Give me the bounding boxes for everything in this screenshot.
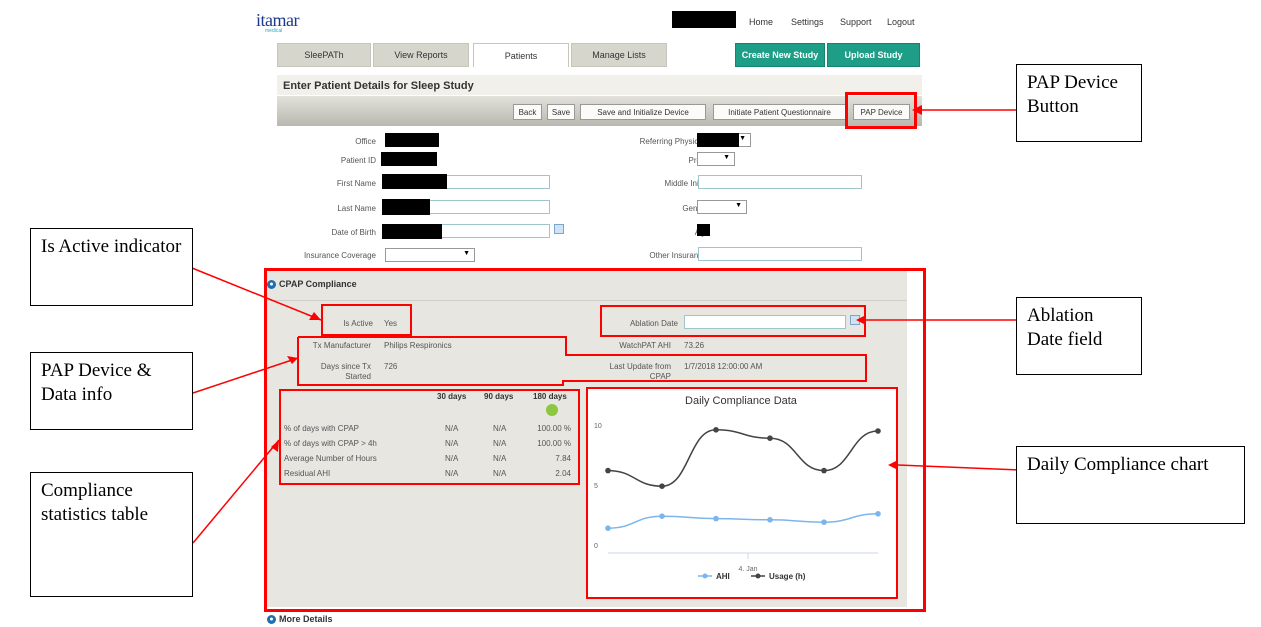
callout-chart: Daily Compliance chart <box>1016 446 1245 524</box>
callout-is-active: Is Active indicator <box>30 228 193 306</box>
callout-ablation: Ablation Date field <box>1016 297 1142 375</box>
callout-stats: Compliance statistics table <box>30 472 193 597</box>
callout-pap-info: PAP Device & Data info <box>30 352 193 430</box>
callout-pap-device: PAP Device Button <box>1016 64 1142 142</box>
